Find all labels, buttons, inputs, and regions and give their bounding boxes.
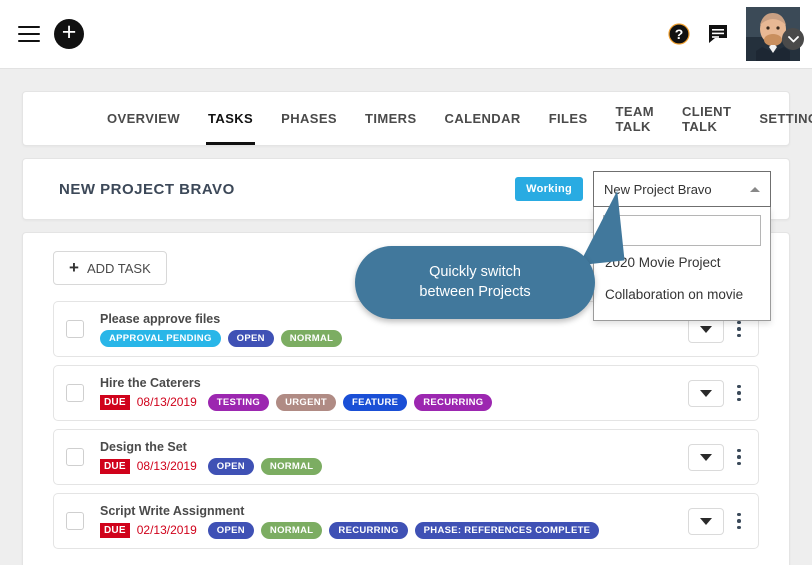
hamburger-menu-icon[interactable] (18, 26, 40, 42)
add-task-label: ADD TASK (86, 260, 151, 276)
svg-text:?: ? (675, 26, 684, 42)
chevron-up-icon (750, 186, 760, 192)
kebab-menu-icon[interactable] (730, 445, 748, 470)
project-search-input[interactable] (603, 215, 761, 246)
task-list: Please approve files APPROVAL PENDING OPEN… (41, 301, 771, 549)
top-bar-right: ? (668, 7, 812, 61)
chevron-down-icon[interactable] (688, 379, 724, 407)
task-checkbox[interactable] (66, 320, 84, 338)
task-tag[interactable]: OPEN (207, 457, 254, 475)
due-date: 02/13/2019 (136, 523, 197, 537)
project-header-card: NEW PROJECT BRAVO Working New Project Br… (22, 158, 790, 321)
task-title: Please approve files (100, 311, 221, 326)
top-bar-left: + (0, 19, 84, 49)
project-option-0[interactable]: 2020 Movie Project (603, 246, 761, 278)
plus-icon: + (69, 258, 79, 277)
kebab-menu-icon[interactable] (730, 381, 748, 406)
tab-timers[interactable]: TIMERS (351, 92, 431, 145)
task-checkbox[interactable] (66, 384, 84, 402)
task-title: Design the Set (100, 439, 187, 454)
task-tag[interactable]: OPEN (227, 329, 274, 347)
task-actions (688, 379, 748, 407)
callout-line-2: between Projects (419, 283, 531, 300)
chevron-down-icon[interactable] (782, 28, 804, 50)
project-select-value: New Project Bravo (604, 181, 712, 197)
task-tag[interactable]: NORMAL (280, 329, 343, 347)
project-option-1[interactable]: Collaboration on movie (603, 278, 761, 310)
task-row[interactable]: Hire the Caterers DUE 08/13/2019 TESTING URG… (53, 365, 759, 421)
due-badge: DUE (100, 522, 130, 538)
task-tag[interactable]: APPROVAL PENDING (100, 329, 221, 347)
callout-line-1: Quickly switch (429, 263, 521, 280)
add-task-button[interactable]: + ADD TASK (53, 251, 167, 285)
project-switcher: New Project Bravo 2020 Movie Project Col… (593, 171, 771, 321)
project-tabs-card: OVERVIEW TASKS PHASES TIMERS CALENDAR FI… (22, 91, 812, 146)
task-tag[interactable]: NORMAL (260, 521, 323, 539)
task-title: Script Write Assignment (100, 503, 245, 518)
avatar[interactable] (746, 7, 804, 61)
task-tag[interactable]: URGENT (276, 393, 336, 411)
due-date: 08/13/2019 (136, 459, 197, 473)
plus-circle-icon[interactable]: + (54, 19, 84, 49)
due-badge: DUE (100, 394, 130, 410)
task-meta: DUE 02/13/2019 OPEN NORMAL RECURRING PHASE: R… (100, 521, 600, 539)
due-badge: DUE (100, 458, 130, 474)
task-content: Script Write Assignment DUE 02/13/2019 OPEN… (100, 503, 600, 539)
task-actions (688, 507, 748, 535)
callout-bubble: Quickly switch between Projects (355, 246, 595, 319)
due-date: 08/13/2019 (136, 395, 197, 409)
chevron-down-icon[interactable] (688, 443, 724, 471)
tab-settings[interactable]: SETTINGS (745, 92, 812, 145)
task-actions (688, 443, 748, 471)
tab-client-talk[interactable]: CLIENT TALK (668, 92, 745, 145)
task-content: Please approve files APPROVAL PENDING OPEN… (100, 311, 343, 347)
chat-bubble-icon[interactable] (707, 23, 729, 45)
page-title: NEW PROJECT BRAVO (59, 180, 235, 198)
tab-team-talk[interactable]: TEAM TALK (602, 92, 668, 145)
task-tag[interactable]: NORMAL (260, 457, 323, 475)
chevron-down-icon[interactable] (688, 507, 724, 535)
tab-tasks[interactable]: TASKS (194, 92, 267, 145)
project-tabs: OVERVIEW TASKS PHASES TIMERS CALENDAR FI… (23, 92, 812, 145)
task-tag[interactable]: OPEN (207, 521, 254, 539)
task-checkbox[interactable] (66, 448, 84, 466)
task-tag[interactable]: TESTING (207, 393, 270, 411)
kebab-menu-icon[interactable] (730, 509, 748, 534)
task-tag[interactable]: RECURRING (329, 521, 408, 539)
task-meta: APPROVAL PENDING OPEN NORMAL (100, 329, 343, 347)
tab-files[interactable]: FILES (535, 92, 602, 145)
help-question-icon[interactable]: ? (668, 23, 690, 45)
task-row[interactable]: Script Write Assignment DUE 02/13/2019 OPEN… (53, 493, 759, 549)
task-tag[interactable]: RECURRING (414, 393, 493, 411)
task-content: Design the Set DUE 08/13/2019 OPEN NORMAL (100, 439, 323, 475)
task-content: Hire the Caterers DUE 08/13/2019 TESTING URG… (100, 375, 493, 411)
task-tag[interactable]: PHASE: REFERENCES COMPLETE (414, 521, 600, 539)
page-content: OVERVIEW TASKS PHASES TIMERS CALENDAR FI… (0, 91, 812, 565)
task-meta: DUE 08/13/2019 TESTING URGENT FEATURE RECURRI… (100, 393, 493, 411)
top-bar: + ? (0, 0, 812, 69)
task-row[interactable]: Design the Set DUE 08/13/2019 OPEN NORMAL (53, 429, 759, 485)
task-meta: DUE 08/13/2019 OPEN NORMAL (100, 457, 323, 475)
task-tag[interactable]: FEATURE (342, 393, 408, 411)
tab-phases[interactable]: PHASES (267, 92, 351, 145)
tab-overview[interactable]: OVERVIEW (93, 92, 194, 145)
tab-calendar[interactable]: CALENDAR (431, 92, 535, 145)
task-checkbox[interactable] (66, 512, 84, 530)
project-header-actions: Working New Project Bravo 2020 Movie Pro… (515, 171, 771, 321)
project-select-button[interactable]: New Project Bravo (593, 171, 771, 207)
task-title: Hire the Caterers (100, 375, 201, 390)
